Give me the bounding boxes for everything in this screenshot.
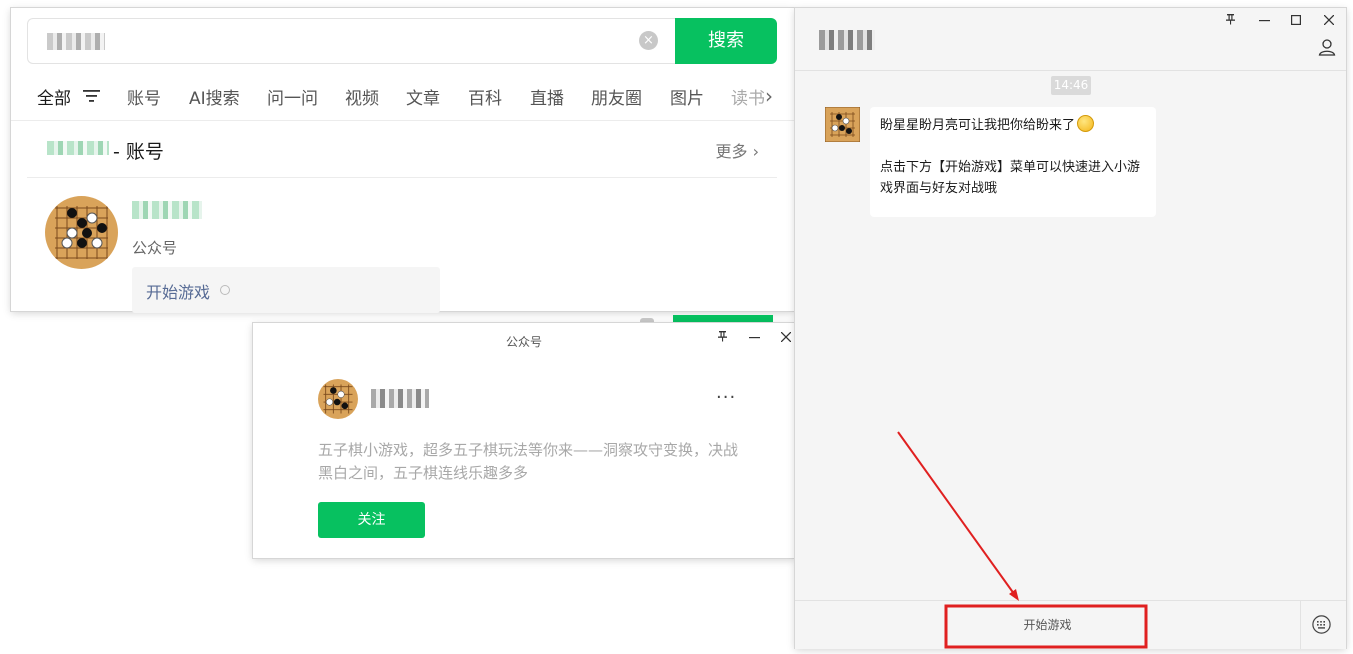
chat-title-redacted [819, 30, 875, 50]
search-query-redacted [47, 33, 105, 50]
section-title: - 账号 [113, 141, 164, 163]
close-icon[interactable] [1318, 10, 1340, 32]
close-icon[interactable] [775, 327, 797, 349]
minimize-icon[interactable] [1253, 10, 1275, 32]
account-name-redacted[interactable] [132, 201, 202, 219]
message-text: 盼星星盼月亮可让我把你给盼来了点击下方【开始游戏】菜单可以快速进入小游戏界面与好… [880, 115, 1150, 199]
clear-search-button[interactable]: × [639, 31, 658, 50]
gomoku-board-icon [45, 196, 118, 269]
tab-live[interactable]: 直播 [530, 84, 564, 109]
profile-name-redacted [371, 389, 429, 408]
search-bar: × 搜索 [27, 18, 777, 64]
tabs-scroll-right-icon[interactable]: › [765, 84, 773, 108]
tab-all[interactable]: 全部 [37, 84, 71, 109]
sender-avatar[interactable] [824, 106, 861, 143]
message-bubble: 盼星星盼月亮可让我把你给盼来了点击下方【开始游戏】菜单可以快速进入小游戏界面与好… [870, 107, 1156, 217]
account-result-card: - 账号 更多 › 公众号 开始游戏 [27, 121, 777, 313]
profile-description: 五子棋小游戏，超多五子棋玩法等你来——洞察攻守变换，决战黑白之间，五子棋连线乐趣… [318, 441, 739, 482]
tab-article[interactable]: 文章 [406, 84, 440, 109]
chat-window: 14:46 盼星星盼月亮可让我把你给盼来了点击下方【开始游戏】菜单可以快速进入小… [795, 8, 1346, 649]
filter-icon[interactable] [83, 89, 100, 103]
start-game-menu-button[interactable]: 开始游戏 [795, 601, 1300, 649]
search-tabs: 全部 账号 AI搜索 问一问 视频 文章 百科 直播 朋友圈 图片 读书 › [27, 84, 787, 110]
gomoku-board-icon [318, 379, 358, 419]
smile-emoji-icon [1077, 115, 1095, 132]
search-button[interactable]: 搜索 [675, 18, 777, 64]
more-accounts-link[interactable]: 更多 › [716, 138, 760, 162]
account-type-label: 公众号 [132, 239, 178, 257]
minimize-icon[interactable] [743, 327, 765, 349]
profile-avatar [318, 379, 358, 419]
start-game-label: 开始游戏 [146, 283, 211, 302]
message-timestamp: 14:46 [1051, 76, 1091, 95]
follow-button[interactable]: 关注 [318, 502, 425, 538]
menu-separator [1300, 601, 1301, 649]
account-section-header: - 账号 更多 › [27, 121, 777, 178]
chat-header [795, 8, 1346, 71]
tab-ask[interactable]: 问一问 [267, 84, 318, 109]
message-line-1: 盼星星盼月亮可让我把你给盼来了 [880, 118, 1076, 133]
gomoku-board-icon [824, 106, 861, 143]
tab-moments[interactable]: 朋友圈 [591, 84, 642, 109]
keyboard-icon[interactable] [1312, 615, 1331, 634]
tab-images[interactable]: 图片 [670, 84, 704, 109]
search-input[interactable] [27, 18, 691, 64]
tab-baike[interactable]: 百科 [468, 84, 502, 109]
account-avatar[interactable] [45, 196, 118, 269]
search-window: × 搜索 全部 账号 AI搜索 问一问 视频 文章 百科 直播 朋友圈 图片 读… [11, 8, 794, 313]
tab-books[interactable]: 读书 [731, 84, 765, 109]
tab-account[interactable]: 账号 [127, 84, 161, 109]
tab-ai-search[interactable]: AI搜索 [189, 84, 240, 109]
chat-menu-bar: 开始游戏 [795, 600, 1346, 649]
maximize-icon[interactable] [1285, 10, 1307, 32]
pin-icon[interactable] [711, 327, 733, 349]
message-line-2: 点击下方【开始游戏】菜单可以快速进入小游戏界面与好友对战哦 [880, 160, 1141, 196]
pin-icon[interactable] [1219, 10, 1241, 32]
official-account-profile-window: 公众号 ··· 五子棋小游戏，超多五子棋玩法等你来——洞察攻守变换，决战黑白之间… [253, 323, 795, 558]
start-game-menu-item[interactable]: 开始游戏 [132, 267, 440, 313]
tab-video[interactable]: 视频 [345, 84, 379, 109]
more-options-icon[interactable]: ··· [716, 387, 736, 408]
background-search-button-edge [673, 315, 773, 323]
person-icon[interactable] [1318, 38, 1336, 56]
link-icon [220, 285, 230, 295]
query-keyword-redacted [47, 141, 109, 155]
